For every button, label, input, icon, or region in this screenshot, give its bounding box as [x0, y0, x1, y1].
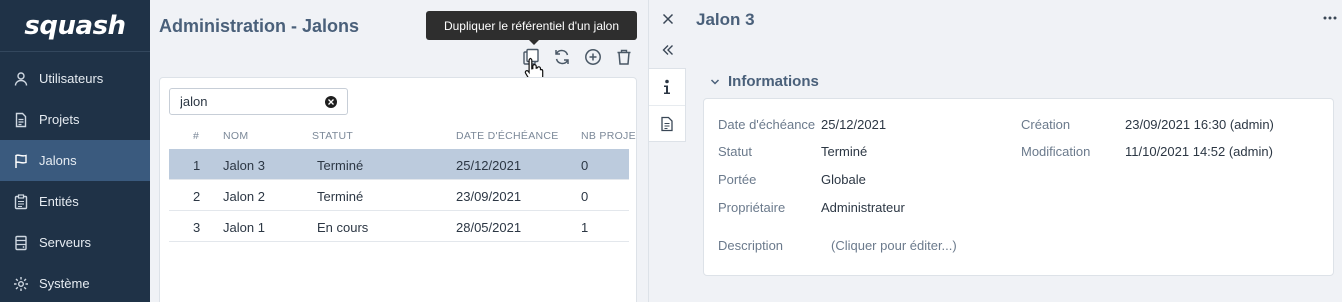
table-row[interactable]: 1 Jalon 3 Terminé 25/12/2021 0: [169, 149, 629, 180]
column-header-number[interactable]: #: [193, 130, 199, 142]
sync-icon: [554, 49, 569, 65]
modified-value: 11/10/2021 14:52 (admin): [1125, 144, 1273, 159]
sidebar-item-label: Serveurs: [39, 235, 92, 250]
row-number: 1: [193, 158, 201, 173]
add-button[interactable]: [583, 46, 602, 68]
created-value: 23/09/2021 16:30 (admin): [1125, 117, 1274, 132]
tab-document[interactable]: [649, 105, 685, 141]
section-title: Informations: [728, 73, 819, 90]
information-card: Date d'échéance 25/12/2021 Statut Termin…: [703, 98, 1334, 276]
row-due-date: 28/05/2021: [456, 220, 522, 235]
detail-pane: Jalon 3 Informations Date d'échéance 25/…: [648, 0, 1342, 302]
info-icon: [664, 79, 670, 94]
search-input[interactable]: [180, 94, 320, 109]
row-project-count: 1: [581, 220, 589, 235]
sidebar-item-label: Entités: [39, 194, 79, 209]
server-icon: [12, 234, 30, 252]
table-body: 1 Jalon 3 Terminé 25/12/2021 0 2 Jalon 2…: [169, 149, 629, 242]
column-header-project-count[interactable]: NB PROJE: [581, 130, 636, 142]
row-status: Terminé: [317, 189, 364, 204]
row-name: Jalon 2: [223, 189, 265, 204]
document-icon: [661, 116, 673, 131]
tooltip: Dupliquer le référentiel d'un jalon: [426, 11, 637, 45]
chevron-down-icon: [710, 78, 720, 85]
row-status: En cours: [317, 220, 369, 235]
add-circle-icon: [584, 49, 601, 65]
sidebar-item-serveurs[interactable]: Serveurs: [0, 222, 150, 263]
sidebar: squash Utilisateurs Projets Jalons Entit…: [0, 0, 150, 302]
close-icon[interactable]: [661, 11, 675, 27]
owner-value[interactable]: Administrateur: [821, 200, 905, 215]
sidebar-item-label: Utilisateurs: [39, 71, 104, 86]
scope-value[interactable]: Globale: [821, 172, 866, 187]
table-header: # NOM STATUT DATE D'ÉCHÉANCE NB PROJE: [169, 122, 636, 148]
clipboard-icon: [12, 193, 30, 211]
more-options-icon[interactable]: [1322, 13, 1338, 23]
description-editable[interactable]: (Cliquer pour éditer...): [831, 238, 957, 253]
document-icon: [12, 111, 30, 129]
sidebar-nav: Utilisateurs Projets Jalons Entités Serv…: [0, 58, 150, 302]
description-label: Description: [718, 238, 784, 253]
tab-information[interactable]: [649, 69, 685, 105]
page-title: Administration - Jalons: [159, 16, 360, 36]
sidebar-item-entites[interactable]: Entités: [0, 181, 150, 222]
sidebar-item-label: Projets: [39, 112, 80, 127]
status-value[interactable]: Terminé: [821, 144, 867, 159]
row-number: 2: [193, 189, 201, 204]
modified-label: Modification: [1021, 144, 1091, 159]
logo-text: squash: [24, 10, 126, 41]
row-number: 3: [193, 220, 201, 235]
due-date-label: Date d'échéance: [718, 117, 816, 132]
sidebar-item-label: Jalons: [39, 153, 77, 168]
due-date-value[interactable]: 25/12/2021: [821, 117, 886, 132]
status-label: Statut: [718, 144, 752, 159]
row-project-count: 0: [581, 189, 589, 204]
detail-title: Jalon 3: [696, 10, 755, 29]
row-due-date: 23/09/2021: [456, 189, 522, 204]
milestones-pane: Administration - Jalons Dupliquer le réf…: [150, 0, 648, 302]
row-name: Jalon 1: [223, 220, 265, 235]
sidebar-item-projets[interactable]: Projets: [0, 99, 150, 140]
row-project-count: 0: [581, 158, 589, 173]
row-due-date: 25/12/2021: [456, 158, 522, 173]
row-name: Jalon 3: [223, 158, 265, 173]
logo[interactable]: squash: [0, 0, 150, 52]
sidebar-item-label: Système: [39, 276, 90, 291]
sidebar-item-utilisateurs[interactable]: Utilisateurs: [0, 58, 150, 99]
table-row[interactable]: 3 Jalon 1 En cours 28/05/2021 1: [169, 211, 629, 242]
trash-icon: [617, 49, 630, 65]
column-header-status[interactable]: STATUT: [312, 130, 353, 142]
sidebar-item-systeme[interactable]: Système: [0, 263, 150, 302]
flag-icon: [12, 152, 30, 170]
sync-button[interactable]: [552, 46, 571, 68]
scope-label: Portée: [718, 172, 757, 187]
detail-side-tabs: [649, 68, 686, 142]
user-icon: [12, 70, 30, 88]
gear-icon: [12, 275, 30, 293]
table-row[interactable]: 2 Jalon 2 Terminé 23/09/2021 0: [169, 180, 629, 211]
row-status: Terminé: [317, 158, 364, 173]
created-label: Création: [1021, 117, 1071, 132]
double-chevron-left-icon[interactable]: [661, 43, 675, 57]
owner-label: Propriétaire: [718, 200, 786, 215]
search-box: [169, 88, 348, 115]
sidebar-item-jalons[interactable]: Jalons: [0, 140, 150, 181]
clear-search-button[interactable]: [325, 96, 337, 108]
column-header-name[interactable]: NOM: [223, 130, 248, 142]
milestones-grid: # NOM STATUT DATE D'ÉCHÉANCE NB PROJE 1 …: [159, 77, 637, 302]
close-icon: [328, 99, 334, 105]
section-header-informations[interactable]: Informations: [710, 73, 819, 90]
delete-button[interactable]: [614, 46, 633, 68]
column-header-due-date[interactable]: DATE D'ÉCHÉANCE: [456, 130, 559, 142]
